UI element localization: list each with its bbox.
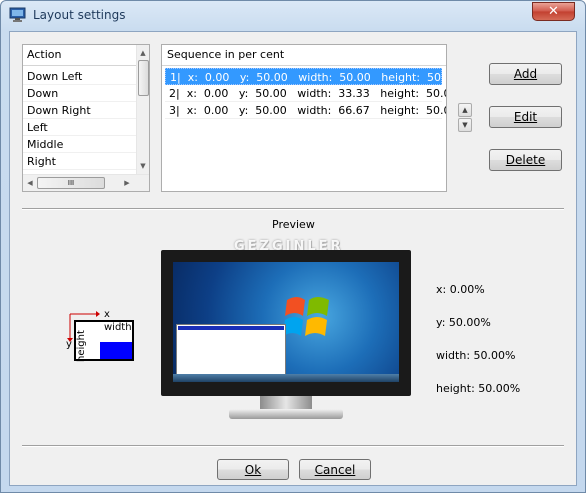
delete-button[interactable]: Delete	[489, 149, 562, 171]
hscroll-thumb[interactable]: III	[37, 177, 105, 189]
ok-button-label: Ok	[244, 463, 262, 477]
arrow-up-icon: ▲	[462, 106, 468, 114]
add-button-label: Add	[513, 67, 538, 81]
preview-label: Preview	[272, 218, 315, 231]
layout-settings-window: Layout settings ✕ Action Down Left Down …	[0, 0, 586, 493]
windows-logo-icon	[283, 297, 329, 336]
sequence-list[interactable]: Sequence in per cent 1| x: 0.00 y: 50.00…	[161, 44, 447, 192]
geometry-fill	[100, 342, 132, 359]
preview-height-value: height: 50.00%	[436, 382, 521, 395]
list-item[interactable]: Left	[23, 119, 137, 136]
list-item[interactable]: Down Right	[23, 102, 137, 119]
preview-x-value: x: 0.00%	[436, 283, 485, 296]
edit-button[interactable]: Edit	[489, 106, 562, 128]
preview-y-value: y: 50.00%	[436, 316, 491, 329]
action-list-vscrollbar[interactable]: ▲ ▼	[136, 45, 149, 174]
list-item[interactable]: Down Left	[23, 68, 137, 85]
window-title: Layout settings	[33, 8, 126, 22]
list-item[interactable]: Right	[23, 153, 137, 170]
monitor-icon	[9, 7, 26, 22]
action-list-header[interactable]: Action	[23, 45, 149, 66]
diagram-y-label: y	[66, 339, 72, 350]
list-item[interactable]: Middle	[23, 136, 137, 153]
separator-bottom	[22, 445, 564, 447]
preview-window-titlebar	[178, 326, 284, 330]
list-item[interactable]: Down	[23, 85, 137, 102]
arrow-down-icon: ▼	[462, 121, 468, 129]
taskbar	[173, 374, 399, 382]
scroll-up-icon[interactable]: ▲	[138, 48, 148, 58]
sequence-list-header[interactable]: Sequence in per cent	[162, 45, 446, 66]
monitor-stand-neck	[260, 396, 312, 410]
cancel-button-label: Cancel	[314, 463, 356, 477]
vscroll-thumb[interactable]	[138, 60, 149, 96]
desktop-screen	[173, 262, 399, 382]
scroll-left-icon[interactable]: ◀	[25, 178, 35, 188]
monitor-stand-base	[229, 409, 343, 419]
dialog-client: Action Down Left Down Down Right Left Mi…	[9, 31, 577, 486]
sequence-row[interactable]: 1| x: 0.00 y: 50.00 width: 50.00 height:…	[165, 68, 446, 85]
move-down-button[interactable]: ▼	[458, 118, 472, 132]
scroll-right-icon[interactable]: ▶	[122, 178, 132, 188]
ok-button[interactable]: Ok	[217, 459, 289, 480]
diagram-height-label: height	[76, 330, 87, 362]
sequence-row[interactable]: 3| x: 0.00 y: 50.00 width: 66.67 height:…	[165, 102, 446, 119]
separator-top	[22, 208, 564, 210]
action-list-hscrollbar[interactable]: ◀ III ▶	[23, 174, 149, 191]
scroll-down-icon[interactable]: ▼	[138, 161, 148, 171]
diagram-x-label: x	[104, 309, 110, 320]
action-list[interactable]: Action Down Left Down Down Right Left Mi…	[22, 44, 150, 192]
edit-button-label: Edit	[513, 110, 538, 124]
sequence-row[interactable]: 2| x: 0.00 y: 50.00 width: 33.33 height:…	[165, 85, 446, 102]
title-bar[interactable]: Layout settings ✕	[1, 1, 585, 31]
close-button[interactable]: ✕	[532, 2, 575, 21]
move-up-button[interactable]: ▲	[458, 103, 472, 117]
delete-button-label: Delete	[505, 153, 546, 167]
add-button[interactable]: Add	[489, 63, 562, 85]
monitor-preview	[161, 250, 411, 396]
preview-width-value: width: 50.00%	[436, 349, 516, 362]
cancel-button[interactable]: Cancel	[299, 459, 371, 480]
diagram-width-label: width	[104, 322, 132, 333]
thumb-grip: III	[67, 179, 75, 187]
close-icon: ✕	[548, 4, 559, 19]
